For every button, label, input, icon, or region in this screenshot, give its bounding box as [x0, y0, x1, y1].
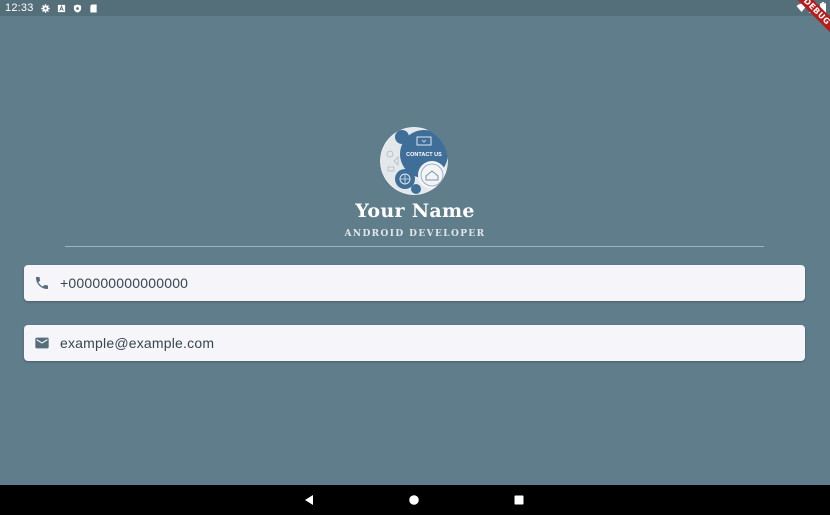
shield-icon — [73, 3, 82, 13]
notification-a-icon — [57, 4, 66, 13]
recents-icon[interactable] — [513, 494, 525, 506]
phone-number: +000000000000000 — [60, 275, 189, 291]
divider — [65, 246, 764, 247]
phone-card[interactable]: +000000000000000 — [24, 265, 805, 301]
profile-title: ANDROID DEVELOPER — [344, 229, 486, 239]
email-address: example@example.com — [60, 335, 215, 351]
system-navigation-bar — [0, 485, 830, 515]
sd-card-icon — [89, 3, 98, 13]
profile-name: Your Name — [355, 200, 475, 222]
status-time: 12:33 — [5, 2, 34, 14]
app-screen: 12:33 DEBUG CONTACT US Your Name ANDROID… — [0, 0, 830, 515]
gear-icon — [40, 3, 50, 13]
mail-icon — [34, 335, 50, 351]
phone-icon — [34, 275, 50, 291]
home-icon[interactable] — [408, 494, 420, 506]
email-card[interactable]: example@example.com — [24, 325, 805, 361]
avatar: CONTACT US — [380, 127, 448, 195]
avatar-label: CONTACT US — [406, 152, 442, 158]
status-bar: 12:33 — [0, 0, 830, 16]
back-icon[interactable] — [303, 494, 315, 506]
